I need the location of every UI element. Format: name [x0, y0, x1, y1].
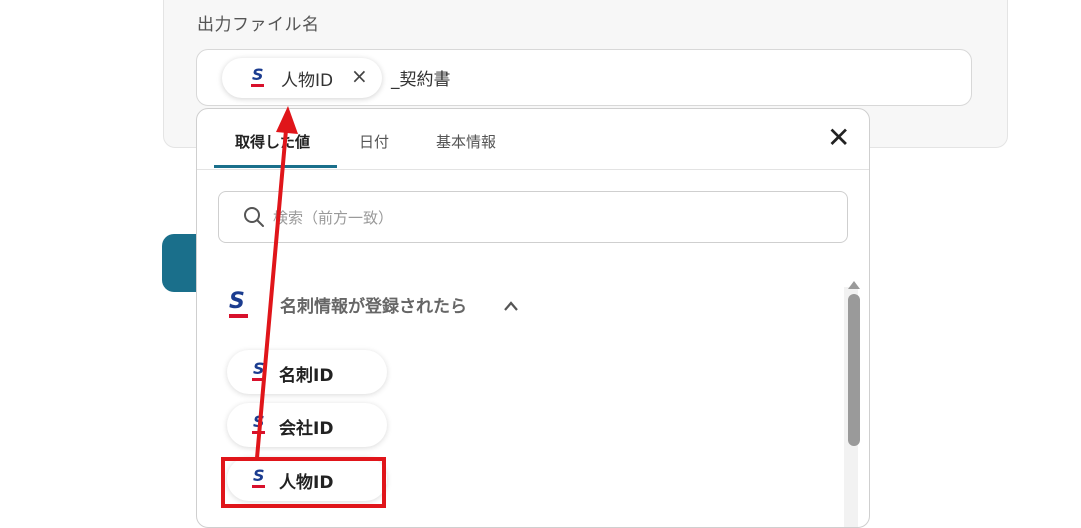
- svg-text:S: S: [229, 289, 245, 314]
- highlight-annotation: [221, 457, 386, 508]
- close-icon[interactable]: ✕: [827, 124, 850, 152]
- tab-acquired-values[interactable]: 取得した値: [235, 131, 310, 152]
- scrollbar-thumb[interactable]: [848, 294, 860, 446]
- chip-label: 人物ID: [281, 71, 334, 91]
- variable-chip[interactable]: S 人物ID ×: [222, 58, 382, 98]
- tab-date[interactable]: 日付: [359, 131, 389, 152]
- tab-bar: 取得した値 日付 基本情報 ✕: [197, 109, 869, 170]
- sansan-logo-icon: S: [251, 412, 267, 442]
- svg-text:S: S: [252, 65, 264, 84]
- active-tab-indicator: [214, 165, 337, 168]
- list-item[interactable]: S 会社ID: [227, 403, 387, 447]
- search-box[interactable]: [218, 191, 848, 243]
- list-item[interactable]: S 名刺ID: [227, 350, 387, 394]
- scroll-up-arrow-icon[interactable]: [847, 275, 861, 294]
- list-item-label: 名刺ID: [279, 366, 334, 386]
- sansan-logo-icon: S: [251, 359, 267, 389]
- field-label: 出力ファイル名: [197, 15, 320, 35]
- sansan-logo-icon: S: [228, 287, 250, 327]
- search-icon: [243, 206, 265, 232]
- close-icon[interactable]: ×: [351, 64, 368, 88]
- section-title: 名刺情報が登録されたら: [280, 297, 467, 317]
- list-item-label: 会社ID: [279, 419, 334, 439]
- search-input[interactable]: [271, 205, 815, 231]
- svg-text:S: S: [253, 412, 265, 431]
- chevron-up-icon[interactable]: [503, 297, 519, 316]
- tab-basic-info[interactable]: 基本情報: [436, 131, 496, 152]
- sansan-logo-icon: S: [250, 65, 266, 95]
- svg-text:S: S: [253, 359, 265, 378]
- filename-suffix: _契約書: [391, 70, 451, 90]
